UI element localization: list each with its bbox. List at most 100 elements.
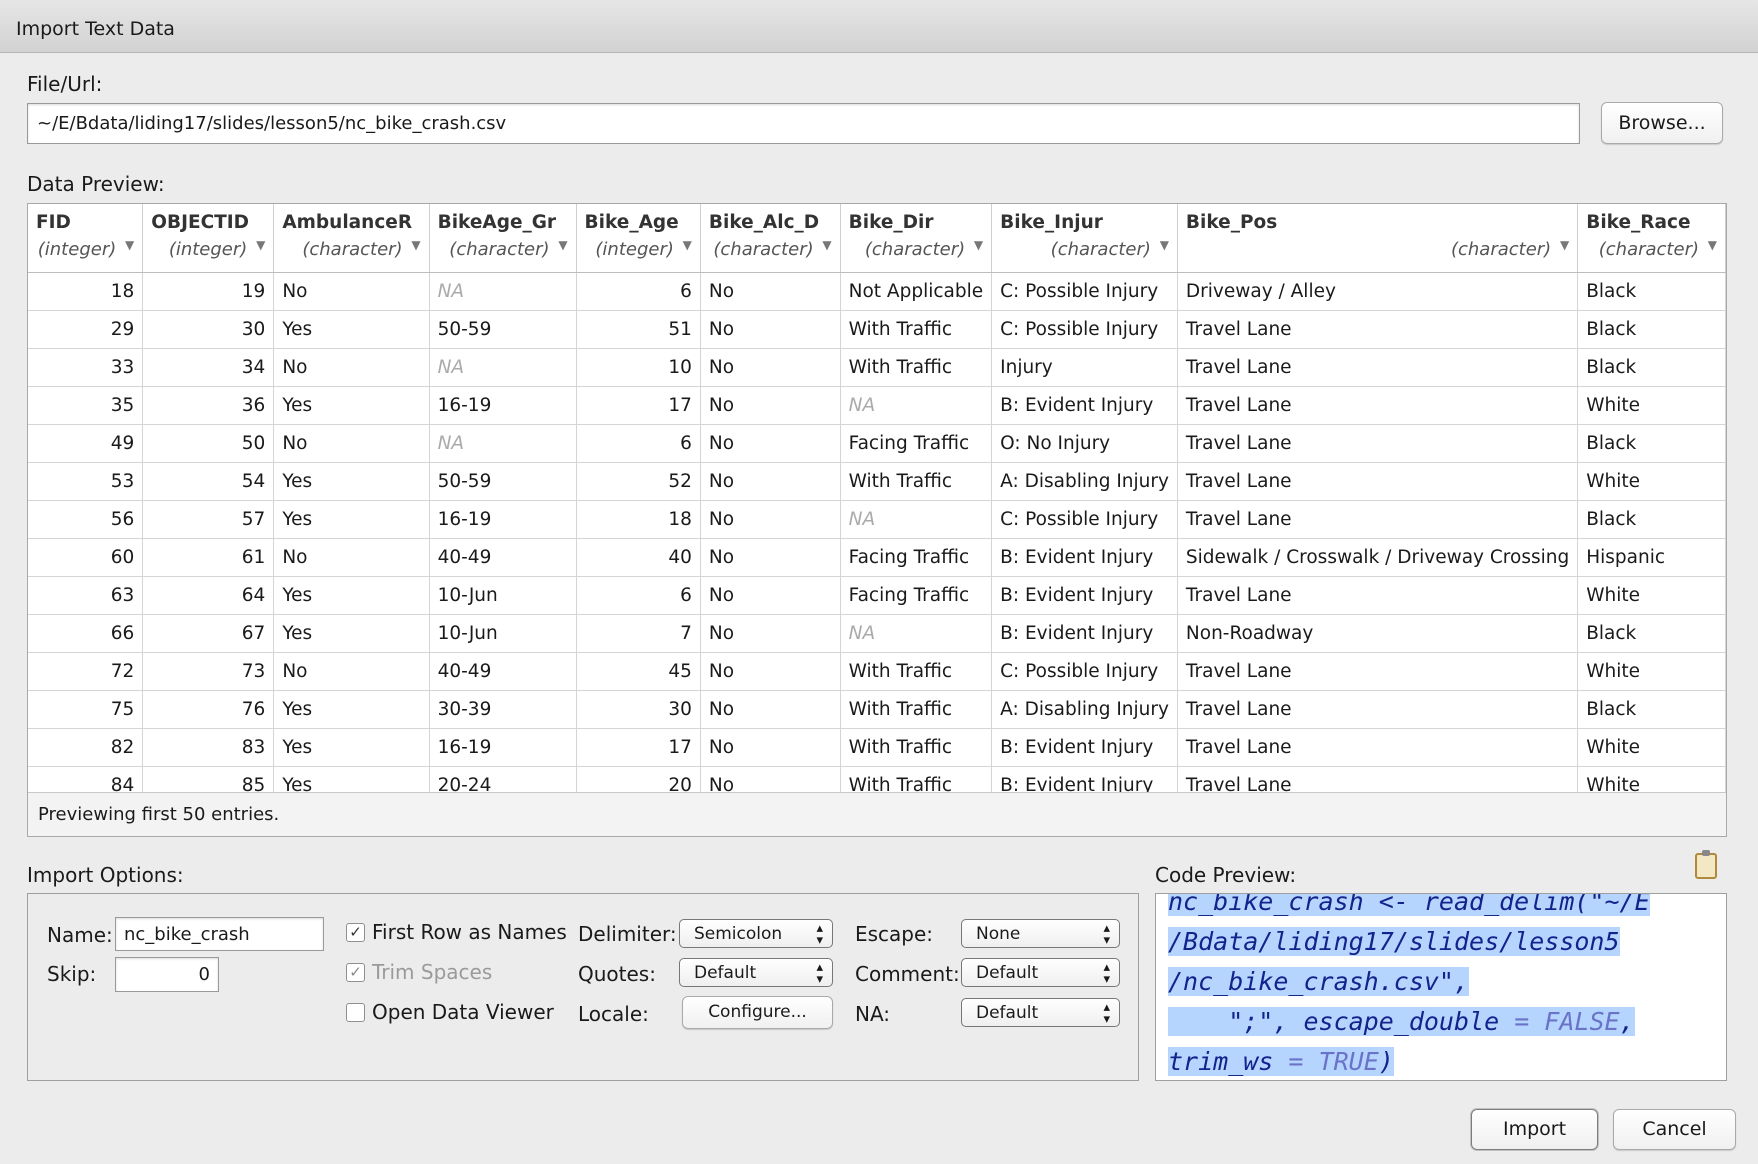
table-cell: Yes — [273, 614, 430, 653]
table-cell: Travel Lane — [1177, 500, 1579, 539]
dropdown-arrow-icon[interactable]: ▼ — [411, 238, 420, 252]
table-cell: No — [700, 614, 841, 653]
table-cell: NA — [429, 272, 577, 311]
table-cell: Black — [1577, 310, 1726, 349]
column-type: (character) — [1050, 239, 1151, 260]
table-cell: Sidewalk / Crosswalk / Driveway Crossing — [1177, 538, 1579, 577]
table-cell: Injury — [991, 348, 1178, 387]
table-cell: 73 — [142, 652, 275, 691]
checkmark-icon: ✓ — [349, 923, 362, 941]
table-cell: 40-49 — [429, 652, 577, 691]
table-cell: No — [700, 386, 841, 425]
import-options-panel: Name: nc_bike_crash Skip: 0 ✓ First Row … — [27, 893, 1139, 1081]
checkmark-icon: ✓ — [349, 963, 362, 981]
table-cell: 19 — [142, 272, 275, 311]
table-cell: Travel Lane — [1177, 690, 1579, 729]
code-token: , — [1619, 1007, 1635, 1036]
cancel-button[interactable]: Cancel — [1613, 1109, 1736, 1150]
dropdown-arrow-icon[interactable]: ▼ — [683, 238, 692, 252]
table-cell: 16-19 — [429, 728, 577, 767]
table-cell: C: Possible Injury — [991, 310, 1178, 349]
table-cell: White — [1577, 728, 1726, 767]
table-cell: No — [273, 272, 430, 311]
table-cell: Travel Lane — [1177, 576, 1579, 615]
table-row: 49 50 No NA 6 No Facing Traffic O: No Injury Tra… — [28, 424, 1726, 463]
column-header[interactable]: Bike_Injur (character) ▼ — [991, 204, 1178, 273]
table-cell: 17 — [576, 728, 701, 767]
clipboard-icon[interactable] — [1695, 850, 1717, 879]
escape-value: None — [976, 924, 1021, 944]
code-text: nc_bike_crash <- read_delim("~/E /Bdata/… — [1168, 894, 1650, 1080]
table-cell: Black — [1577, 272, 1726, 311]
quotes-select[interactable]: Default ▴ ▾ — [679, 958, 833, 987]
table-cell: Black — [1577, 614, 1726, 653]
code-preview[interactable]: nc_bike_crash <- read_delim("~/E /Bdata/… — [1155, 893, 1727, 1081]
table-cell: NA — [840, 500, 993, 539]
skip-input[interactable]: 0 — [115, 957, 219, 992]
name-input[interactable]: nc_bike_crash — [115, 917, 324, 951]
table-cell: Hispanic — [1577, 538, 1726, 577]
table-row: 66 67 Yes 10-Jun 7 No NA B: Evident Injury Non-R… — [28, 614, 1726, 653]
browse-button[interactable]: Browse... — [1601, 102, 1723, 144]
dropdown-arrow-icon[interactable]: ▼ — [256, 238, 265, 252]
delimiter-select[interactable]: Semicolon ▴ ▾ — [679, 919, 833, 948]
column-header[interactable]: Bike_Age (integer) ▼ — [576, 204, 701, 273]
table-cell: 10 — [576, 348, 701, 387]
import-button[interactable]: Import — [1471, 1109, 1598, 1150]
table-cell: 18 — [28, 272, 144, 311]
code-line: trim_ws = TRUE) — [1168, 1047, 1394, 1076]
table-cell: 36 — [142, 386, 275, 425]
table-cell: A: Disabling Injury — [991, 690, 1178, 729]
table-cell: NA — [840, 386, 993, 425]
code-token: TRUE — [1303, 1047, 1379, 1076]
file-url-input[interactable]: ~/E/Bdata/liding17/slides/lesson5/nc_bik… — [27, 103, 1580, 144]
table-cell: 34 — [142, 348, 275, 387]
comment-select[interactable]: Default ▴ ▾ — [961, 958, 1120, 987]
table-cell: Black — [1577, 348, 1726, 387]
column-header[interactable]: Bike_Alc_D (character) ▼ — [700, 204, 841, 273]
escape-select[interactable]: None ▴ ▾ — [961, 919, 1120, 948]
table-cell: C: Possible Injury — [991, 500, 1178, 539]
table-cell: 63 — [28, 576, 144, 615]
column-header[interactable]: FID (integer) ▼ — [28, 204, 144, 273]
code-token: ) — [1378, 1047, 1394, 1076]
dropdown-arrow-icon[interactable]: ▼ — [125, 238, 134, 252]
updown-arrows-icon: ▴ ▾ — [1103, 960, 1110, 987]
updown-arrows-icon: ▴ ▾ — [1103, 1000, 1110, 1027]
trim-spaces-checkbox[interactable]: ✓ — [346, 963, 365, 982]
column-header[interactable]: Bike_Race (character) ▼ — [1577, 204, 1726, 273]
table-cell: 66 — [28, 614, 144, 653]
table-cell: Travel Lane — [1177, 462, 1579, 501]
table-cell: 6 — [576, 424, 701, 463]
table-cell: 75 — [28, 690, 144, 729]
table-cell: White — [1577, 576, 1726, 615]
column-name: BikeAge_Gr — [437, 212, 557, 233]
table-cell: No — [700, 462, 841, 501]
dropdown-arrow-icon[interactable]: ▼ — [558, 238, 567, 252]
table-cell: Yes — [273, 690, 430, 729]
open-data-viewer-checkbox[interactable] — [346, 1003, 365, 1022]
table-cell: Facing Traffic — [840, 576, 993, 615]
first-row-checkbox[interactable]: ✓ — [346, 923, 365, 942]
na-select[interactable]: Default ▴ ▾ — [961, 998, 1120, 1027]
table-cell: O: No Injury — [991, 424, 1178, 463]
column-header[interactable]: Bike_Dir (character) ▼ — [840, 204, 993, 273]
column-header[interactable]: Bike_Pos (character) ▼ — [1177, 204, 1579, 273]
table-cell: Yes — [273, 500, 430, 539]
configure-button[interactable]: Configure... — [682, 996, 833, 1029]
table-cell: No — [700, 272, 841, 311]
column-type: (character) — [449, 239, 550, 260]
dropdown-arrow-icon[interactable]: ▼ — [1560, 238, 1569, 252]
dropdown-arrow-icon[interactable]: ▼ — [822, 238, 831, 252]
skip-label: Skip: — [47, 962, 97, 986]
table-cell: Travel Lane — [1177, 424, 1579, 463]
column-header[interactable]: OBJECTID (integer) ▼ — [142, 204, 275, 273]
dropdown-arrow-icon[interactable]: ▼ — [1160, 238, 1169, 252]
table-cell: No — [700, 424, 841, 463]
column-name: Bike_Dir — [848, 212, 934, 233]
column-header[interactable]: BikeAge_Gr (character) ▼ — [429, 204, 577, 273]
dropdown-arrow-icon[interactable]: ▼ — [974, 238, 983, 252]
table-cell: No — [273, 424, 430, 463]
column-header[interactable]: AmbulanceR (character) ▼ — [273, 204, 430, 273]
dropdown-arrow-icon[interactable]: ▼ — [1708, 238, 1717, 252]
